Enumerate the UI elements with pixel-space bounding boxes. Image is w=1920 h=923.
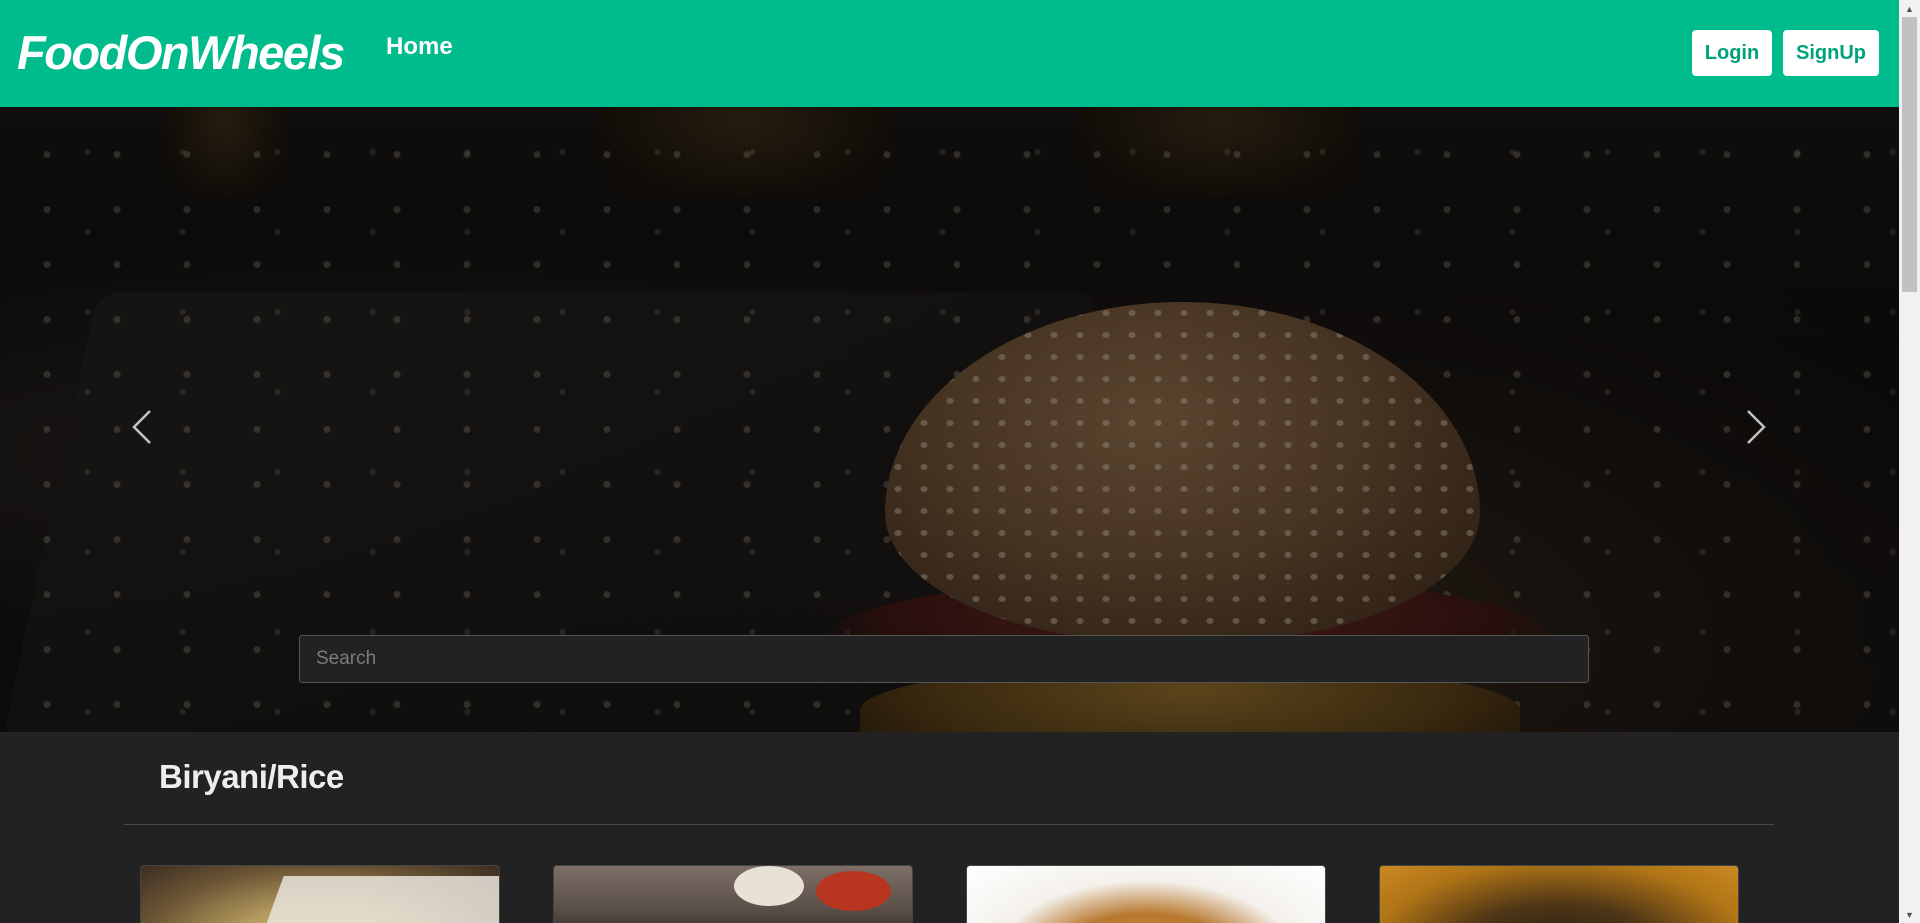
chevron-left-icon (132, 410, 151, 444)
carousel-prev-button[interactable] (102, 397, 182, 457)
search-input[interactable] (299, 635, 1589, 683)
navbar: FoodOnWheels Home Login SignUp (0, 0, 1899, 107)
section-divider (124, 824, 1774, 825)
triangle-down-icon[interactable]: ▼ (1899, 906, 1920, 923)
food-card[interactable] (966, 865, 1326, 923)
food-card[interactable] (1379, 865, 1739, 923)
carousel-next-button[interactable] (1716, 397, 1796, 457)
login-button[interactable]: Login (1692, 30, 1772, 76)
category-title: Biryani/Rice (159, 758, 344, 795)
brand-logo[interactable]: FoodOnWheels (17, 26, 345, 80)
food-card[interactable] (553, 865, 913, 923)
chevron-right-icon (1747, 410, 1766, 444)
signup-button[interactable]: SignUp (1783, 30, 1879, 76)
page-scrollbar[interactable]: ▲ ▼ (1899, 0, 1920, 923)
hero-carousel (0, 107, 1899, 732)
triangle-up-icon[interactable]: ▲ (1899, 0, 1920, 17)
scrollbar-thumb[interactable] (1902, 17, 1917, 292)
nav-link-home[interactable]: Home (386, 32, 453, 62)
food-card[interactable] (140, 865, 500, 923)
